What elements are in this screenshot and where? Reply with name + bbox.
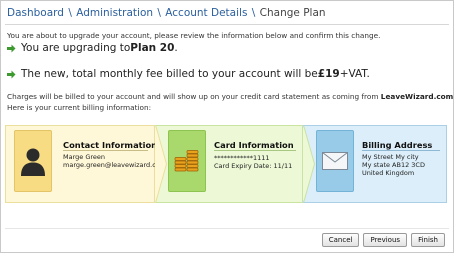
change-plan-dialog: Dashboard \ Administration \ Account Det… — [0, 0, 454, 253]
breadcrumb-separator: \ — [251, 7, 256, 19]
billing-line-2: My state AB12 3CD — [362, 161, 425, 169]
billing-divider — [362, 150, 440, 151]
contact-title: Contact Information — [63, 140, 158, 150]
card-number: ************1111 — [214, 154, 270, 162]
previous-button[interactable]: Previous — [363, 233, 408, 247]
fee-suffix: +VAT. — [339, 68, 370, 80]
breadcrumb-separator: \ — [68, 7, 72, 19]
cancel-button[interactable]: Cancel — [321, 233, 360, 247]
green-arrow-icon — [7, 44, 16, 53]
breadcrumb: Dashboard \ Administration \ Account Det… — [7, 7, 326, 19]
breadcrumb-separator: \ — [157, 7, 161, 19]
billing-details: My Street My city My state AB12 3CD Unit… — [362, 153, 425, 177]
plan-name: Plan 20 — [130, 42, 175, 54]
finish-button[interactable]: Finish — [411, 233, 445, 247]
card-info-card: Card Information ************1111 Card E… — [155, 125, 303, 203]
upgrade-line: You are upgrading to Plan 20. — [7, 42, 178, 54]
card-expiry: Card Expiry Date: 11/11 — [214, 162, 293, 170]
billing-title: Billing Address — [362, 140, 433, 150]
billing-intro: Here is your current billing information… — [7, 103, 152, 112]
intro-text: You are about to upgrade your account, p… — [7, 31, 381, 40]
billing-info-panel: Contact Information Marge Green marge.gr… — [5, 125, 447, 203]
fee-prefix: The new, total monthly fee billed to you… — [21, 68, 318, 80]
brand-name: LeaveWizard.com — [380, 92, 454, 101]
billing-line-1: My Street My city — [362, 153, 419, 161]
card-details: ************1111 Card Expiry Date: 11/11 — [214, 154, 292, 170]
fee-amount: £19 — [317, 68, 340, 80]
contact-email: marge.green@leavewizard.com — [63, 161, 167, 169]
person-silhouette-icon — [14, 130, 52, 192]
contact-info-card: Contact Information Marge Green marge.gr… — [5, 125, 166, 203]
breadcrumb-administration[interactable]: Administration — [76, 7, 153, 19]
charges-text: Charges will be billed to your account a… — [7, 91, 454, 113]
upgrade-suffix: . — [174, 42, 178, 54]
contact-details: Marge Green marge.green@leavewizard.com — [63, 153, 166, 169]
step-chevron — [303, 125, 314, 203]
fee-line: The new, total monthly fee billed to you… — [7, 68, 370, 80]
contact-divider — [63, 150, 148, 151]
green-arrow-icon — [7, 70, 16, 79]
card-divider — [214, 150, 296, 151]
footer-divider — [5, 228, 449, 229]
contact-name: Marge Green — [63, 153, 106, 161]
charges-prefix: Charges will be billed to your account a… — [7, 92, 381, 101]
upgrade-prefix: You are upgrading to — [21, 42, 131, 54]
breadcrumb-account-details[interactable]: Account Details — [165, 7, 247, 19]
billing-address-card: Billing Address My Street My city My sta… — [303, 125, 447, 203]
step-chevron — [155, 125, 166, 203]
billing-line-3: United Kingdom — [362, 169, 415, 177]
title-divider — [5, 24, 449, 25]
coin-stack-icon — [168, 130, 206, 192]
breadcrumb-current: Change Plan — [259, 7, 326, 19]
wizard-buttons: Cancel Previous Finish — [321, 233, 445, 247]
breadcrumb-dashboard[interactable]: Dashboard — [7, 7, 64, 19]
card-title: Card Information — [214, 140, 294, 150]
envelope-icon — [316, 130, 354, 192]
